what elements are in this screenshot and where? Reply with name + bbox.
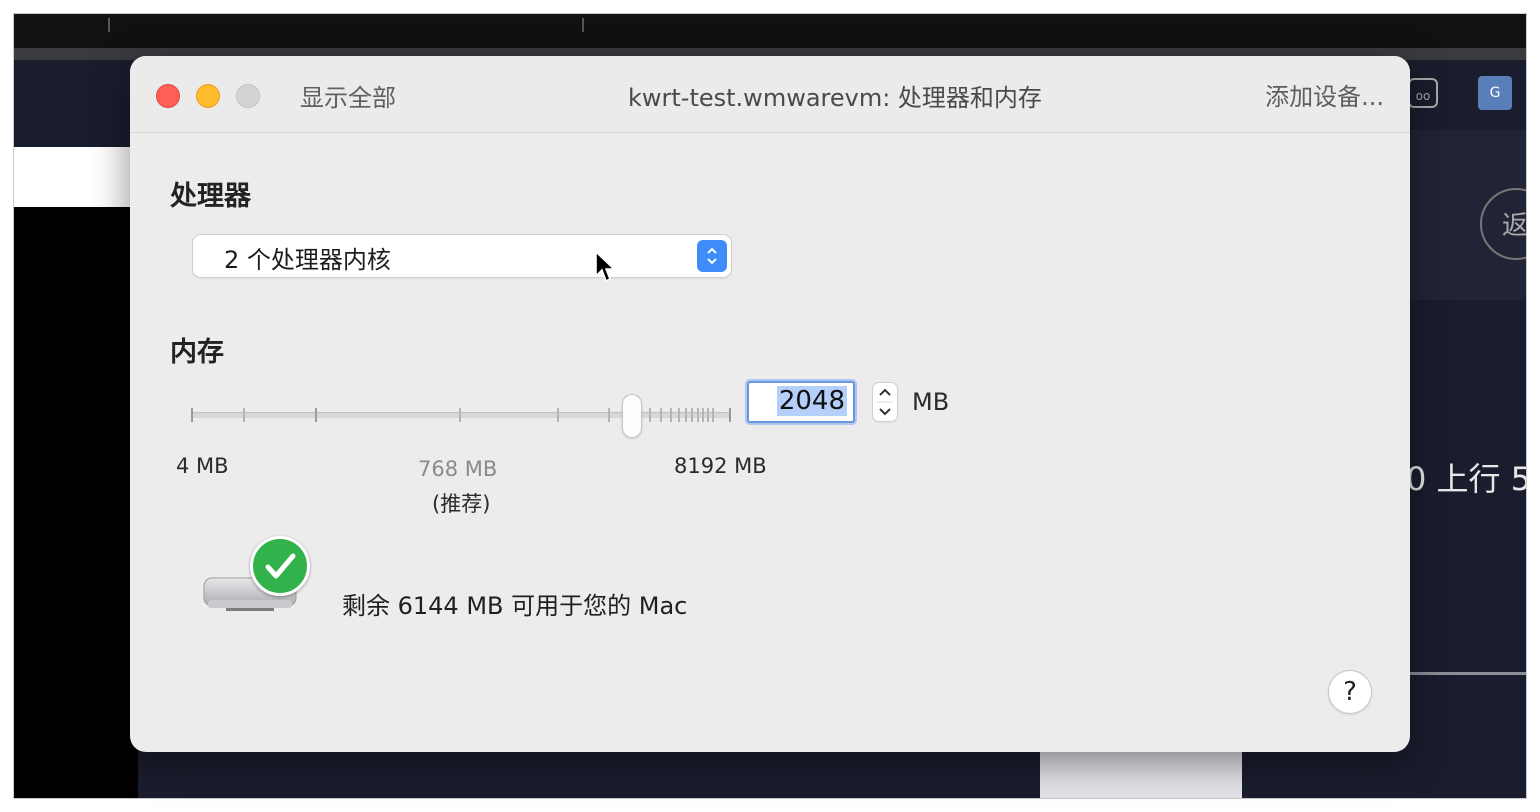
slider-tick [315, 408, 317, 422]
stepper-chevrons-icon [877, 388, 893, 416]
slider-recommended-note: (推荐) [432, 492, 491, 516]
reader-mode-icon[interactable]: oo [1408, 78, 1438, 108]
available-memory-text: 剩余 6144 MB 可用于您的 Mac [342, 592, 688, 620]
slider-tick [649, 408, 651, 422]
slider-tick [707, 408, 709, 422]
tab-separator [108, 18, 110, 32]
slider-tick [608, 408, 610, 422]
processor-cores-popup[interactable]: 2 个处理器内核 [193, 235, 731, 277]
slider-tick [243, 408, 245, 422]
show-all-button[interactable]: 显示全部 [300, 78, 396, 113]
background-white-block [14, 147, 138, 207]
tab-separator [582, 18, 584, 32]
slider-max-label: 8192 MB [674, 454, 767, 478]
minimize-button[interactable] [196, 84, 220, 108]
memory-heading: 内存 [170, 337, 224, 368]
zoom-button[interactable] [236, 84, 260, 108]
translate-icon[interactable]: G [1478, 76, 1512, 110]
slider-min-label: 4 MB [176, 454, 229, 478]
slider-tick [712, 408, 714, 422]
slider-tick [678, 408, 680, 422]
help-button[interactable]: ? [1329, 671, 1371, 713]
slider-tick [459, 408, 461, 422]
title-bar: 显示全部 kwrt-test.wmwarevm: 处理器和内存 添加设备... [130, 56, 1410, 133]
slider-tick [670, 408, 672, 422]
slider-tick [697, 408, 699, 422]
background-divider [1410, 672, 1526, 675]
slider-tick [660, 408, 662, 422]
checkmark-icon [250, 536, 310, 596]
slider-tick [702, 408, 704, 422]
slider-recommended-label: 768 MB [418, 457, 498, 481]
slider-tick [729, 408, 731, 422]
processor-cores-value: 2 个处理器内核 [224, 246, 391, 274]
processor-memory-settings-window: 显示全部 kwrt-test.wmwarevm: 处理器和内存 添加设备... … [130, 56, 1410, 752]
slider-tick [691, 408, 693, 422]
updown-chevron-icon [697, 240, 727, 272]
window-title: kwrt-test.wmwarevm: 处理器和内存 [628, 84, 1042, 112]
add-device-button[interactable]: 添加设备... [1265, 77, 1384, 112]
slider-tick [685, 408, 687, 422]
memory-slider-knob[interactable] [623, 395, 641, 437]
slider-tick [557, 408, 559, 422]
processor-heading: 处理器 [170, 181, 251, 212]
close-button[interactable] [156, 84, 180, 108]
memory-size-value: 2048 [776, 386, 847, 416]
background-tab-bar [14, 14, 1526, 48]
slider-tick [191, 408, 193, 422]
memory-size-input[interactable]: 2048 [747, 381, 855, 423]
mouse-pointer-icon [595, 250, 616, 283]
background-gray-block [1040, 749, 1242, 798]
memory-unit-label: MB [912, 388, 950, 416]
background-upload-text: 0 上行 50 [1406, 460, 1526, 498]
memory-stepper[interactable] [873, 383, 897, 421]
background-black-block [14, 207, 138, 798]
